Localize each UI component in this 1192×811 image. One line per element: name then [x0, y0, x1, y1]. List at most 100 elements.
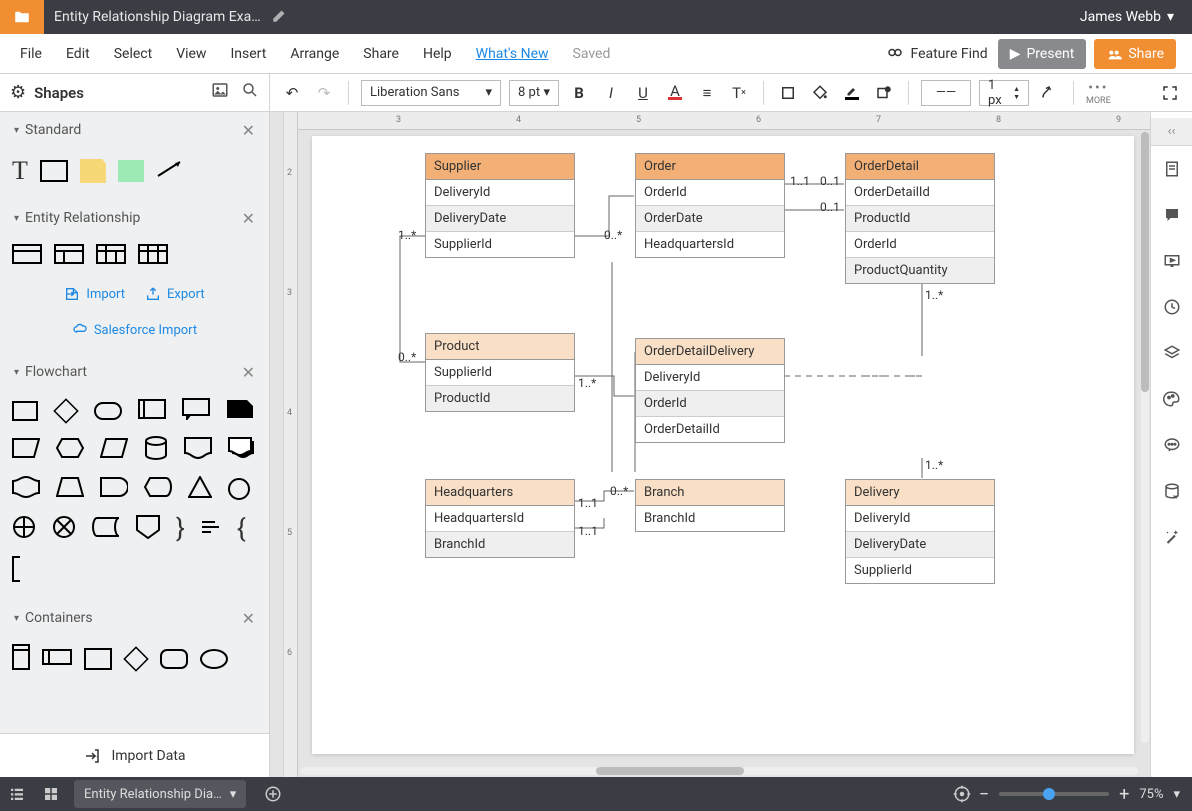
- fullscreen-icon[interactable]: [1158, 81, 1182, 105]
- entity-order[interactable]: Order OrderId OrderDate HeadquartersId: [635, 153, 785, 258]
- target-icon[interactable]: [945, 777, 979, 811]
- rect-shape[interactable]: [40, 160, 68, 182]
- present-button[interactable]: ▶ Present: [998, 39, 1087, 69]
- fc-trap1[interactable]: [12, 438, 40, 462]
- entity-supplier[interactable]: Supplier DeliveryId DeliveryDate Supplie…: [425, 153, 575, 258]
- align-icon[interactable]: ≡: [695, 81, 719, 105]
- present-settings-icon[interactable]: [1151, 238, 1192, 284]
- shape-crop-icon[interactable]: [776, 81, 800, 105]
- zoom-in-icon[interactable]: +: [1119, 784, 1129, 805]
- italic-icon[interactable]: I: [599, 81, 623, 105]
- fc-sum[interactable]: [12, 515, 36, 543]
- export-link[interactable]: Export: [145, 286, 205, 302]
- fc-tape[interactable]: [12, 476, 40, 502]
- page-settings-icon[interactable]: [1151, 146, 1192, 192]
- fc-or[interactable]: [52, 515, 76, 543]
- block-shape[interactable]: [118, 160, 144, 182]
- document-title[interactable]: Entity Relationship Diagram Exa…: [44, 9, 271, 25]
- theme-icon[interactable]: [1151, 376, 1192, 422]
- fc-terminator[interactable]: [94, 402, 122, 420]
- undo-icon[interactable]: ↶: [280, 81, 304, 105]
- fill-icon[interactable]: [808, 81, 832, 105]
- cont-5[interactable]: [160, 649, 188, 669]
- canvas[interactable]: 2 3 4 5 6 7 3 4 5 6 7 8 9: [284, 112, 1150, 777]
- cont-6[interactable]: [200, 649, 228, 669]
- line-style-select[interactable]: ——: [921, 80, 971, 106]
- entity-branch[interactable]: Branch BranchId: [635, 479, 785, 532]
- fc-stored[interactable]: [92, 517, 120, 541]
- fc-cyl[interactable]: [144, 436, 168, 464]
- horizontal-scrollbar[interactable]: [300, 765, 1138, 775]
- shape-options-icon[interactable]: [872, 81, 896, 105]
- menu-edit[interactable]: Edit: [54, 46, 102, 62]
- fc-brace-l[interactable]: {: [237, 514, 246, 544]
- close-icon[interactable]: ✕: [242, 363, 255, 382]
- cont-1[interactable]: [12, 644, 30, 674]
- zoom-slider[interactable]: [999, 792, 1109, 796]
- fc-note[interactable]: [201, 519, 221, 539]
- page-tab[interactable]: Entity Relationship Dia…▾: [74, 780, 246, 808]
- arrow-shape[interactable]: [156, 160, 184, 182]
- more-button[interactable]: •••MORE: [1086, 80, 1111, 106]
- text-color-icon[interactable]: A: [663, 81, 687, 105]
- underline-icon[interactable]: U: [631, 81, 655, 105]
- er-shape-3[interactable]: [96, 244, 126, 268]
- image-icon[interactable]: [211, 81, 229, 104]
- history-icon[interactable]: [1151, 284, 1192, 330]
- feature-find[interactable]: Feature Find: [886, 45, 987, 63]
- border-color-icon[interactable]: [840, 81, 864, 105]
- line-arrow-icon[interactable]: [1037, 81, 1061, 105]
- clear-format-icon[interactable]: T×: [727, 81, 751, 105]
- fc-trap2[interactable]: [56, 477, 84, 501]
- fc-display[interactable]: [144, 477, 172, 501]
- chat-icon[interactable]: [1151, 422, 1192, 468]
- import-data-button[interactable]: Import Data: [0, 733, 269, 777]
- vertical-scrollbar[interactable]: [1139, 132, 1149, 743]
- fc-para[interactable]: [100, 438, 128, 462]
- list-view-icon[interactable]: [0, 777, 34, 811]
- fc-docs[interactable]: [228, 437, 256, 463]
- category-flowchart[interactable]: ▾Flowchart✕: [0, 354, 269, 390]
- salesforce-import-link[interactable]: Salesforce Import: [72, 322, 197, 338]
- fc-diamond[interactable]: [53, 398, 78, 423]
- er-shape-1[interactable]: [12, 244, 42, 268]
- fc-offpage[interactable]: [136, 515, 160, 543]
- er-shape-4[interactable]: [138, 244, 168, 268]
- menu-help[interactable]: Help: [411, 46, 464, 62]
- fc-brace-r[interactable]: }: [176, 514, 185, 544]
- fc-doc[interactable]: [184, 437, 212, 463]
- zoom-out-icon[interactable]: −: [979, 784, 989, 805]
- menu-insert[interactable]: Insert: [218, 46, 278, 62]
- category-entity-relationship[interactable]: ▾Entity Relationship✕: [0, 200, 269, 236]
- fc-bracket[interactable]: [12, 556, 28, 586]
- gear-icon[interactable]: ⚙: [10, 82, 26, 103]
- menu-file[interactable]: File: [8, 46, 54, 62]
- category-containers[interactable]: ▾Containers✕: [0, 600, 269, 636]
- note-shape[interactable]: [80, 159, 106, 183]
- fc-rect[interactable]: [12, 401, 38, 421]
- entity-orderdetaildelivery[interactable]: OrderDetailDelivery DeliveryId OrderId O…: [635, 338, 785, 443]
- zoom-level[interactable]: 75%: [1139, 787, 1163, 802]
- fc-card[interactable]: [226, 399, 254, 423]
- fc-delay[interactable]: [100, 477, 128, 501]
- add-page-icon[interactable]: [256, 777, 290, 811]
- menu-view[interactable]: View: [164, 46, 218, 62]
- fc-callout[interactable]: [182, 398, 210, 424]
- close-icon[interactable]: ✕: [242, 121, 255, 140]
- left-scroll-gutter[interactable]: [270, 112, 284, 777]
- line-width-select[interactable]: 1 px▲▼: [979, 80, 1029, 106]
- data-icon[interactable]: [1151, 468, 1192, 514]
- fc-extract[interactable]: [188, 476, 212, 502]
- fc-connector[interactable]: [228, 478, 250, 500]
- menu-whats-new[interactable]: What's New: [464, 46, 561, 62]
- menu-arrange[interactable]: Arrange: [278, 46, 351, 62]
- folder-icon[interactable]: [0, 0, 44, 34]
- import-link[interactable]: Import: [64, 286, 125, 302]
- rename-icon[interactable]: [271, 6, 289, 28]
- magic-icon[interactable]: [1151, 514, 1192, 560]
- fc-predef[interactable]: [138, 399, 166, 423]
- redo-icon[interactable]: ↷: [312, 81, 336, 105]
- font-size-select[interactable]: 8 pt▾: [509, 80, 559, 106]
- text-shape[interactable]: T: [12, 156, 28, 186]
- entity-delivery[interactable]: Delivery DeliveryId DeliveryDate Supplie…: [845, 479, 995, 584]
